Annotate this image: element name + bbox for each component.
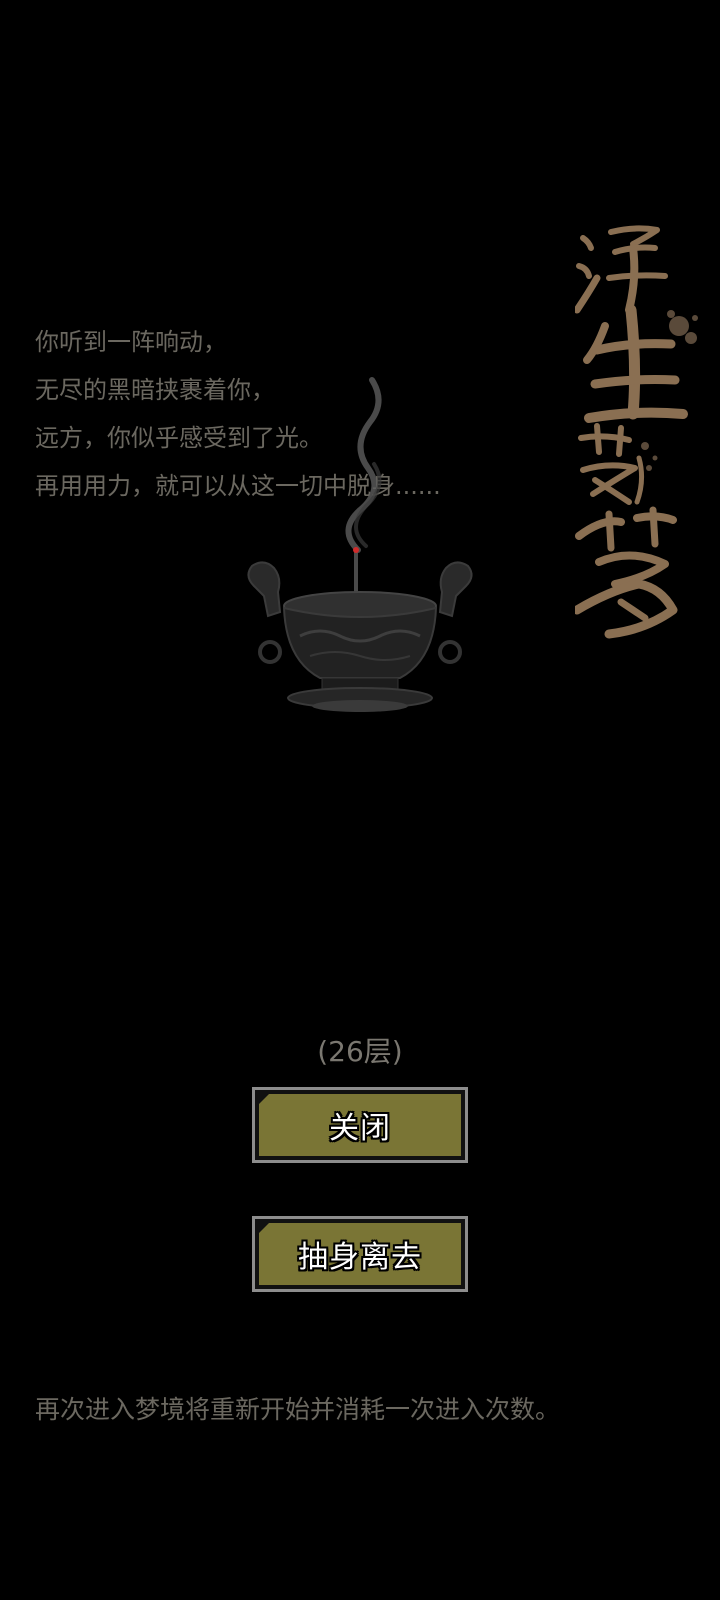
reentry-notice: 再次进入梦境将重新开始并消耗一次进入次数。 (35, 1395, 561, 1424)
floor-level-label: (26层) (317, 1035, 403, 1068)
dream-exit-screen: 你听到一阵响动， 无尽的黑暗挟裹着你， 远方，你似乎感受到了光。 再用用力，就可… (0, 0, 720, 1600)
incense-burner-icon (240, 360, 480, 720)
narrative-line: 你听到一阵响动， (35, 328, 227, 356)
leave-dream-button-label: 抽身离去 (298, 1240, 422, 1275)
leave-dream-button[interactable]: 抽身离去 (252, 1216, 468, 1292)
close-button[interactable]: 关闭 (252, 1087, 468, 1163)
calligraphy-title-logo (572, 218, 705, 648)
leave-dream-button-face[interactable]: 抽身离去 (259, 1223, 461, 1285)
close-button-label: 关闭 (329, 1111, 391, 1146)
close-button-face[interactable]: 关闭 (259, 1094, 461, 1156)
